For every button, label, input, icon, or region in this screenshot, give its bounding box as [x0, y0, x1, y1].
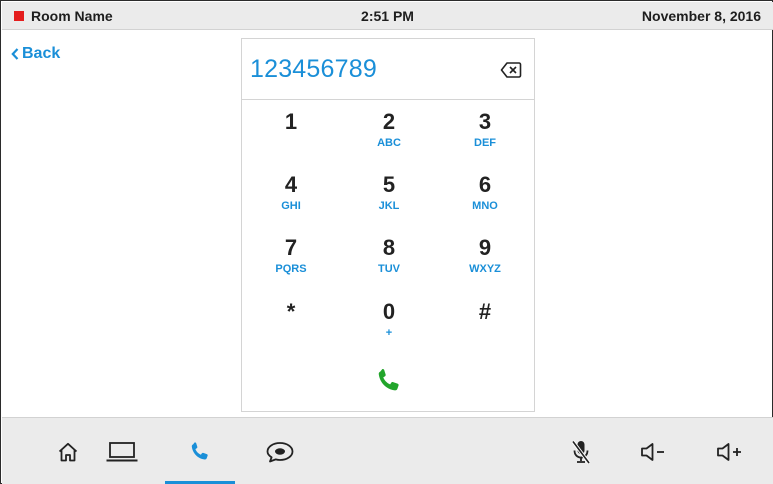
key-6[interactable]: 6 MNO [440, 172, 530, 228]
volume-down-button[interactable] [619, 418, 689, 484]
chevron-left-icon [11, 48, 19, 60]
key-letters: ABC [377, 137, 401, 149]
back-button[interactable]: Back [11, 45, 60, 63]
volume-up-button[interactable] [695, 418, 765, 484]
key-3[interactable]: 3 DEF [440, 109, 530, 165]
nav-chat[interactable] [245, 418, 315, 484]
key-digit: 7 [284, 235, 298, 260]
key-0[interactable]: 0 + [344, 299, 434, 355]
key-digit: 6 [478, 172, 492, 197]
status-bar: Room Name 2:51 PM November 8, 2016 [2, 2, 773, 30]
volume-down-icon [641, 442, 664, 461]
key-letters: PQRS [275, 263, 307, 275]
mic-muted-icon [571, 439, 591, 464]
key-digit: 3 [478, 109, 492, 134]
key-letters: JKL [378, 200, 400, 212]
key-star[interactable]: * [246, 299, 336, 355]
key-1[interactable]: 1 [246, 109, 336, 165]
backspace-icon[interactable] [500, 59, 522, 81]
key-digit: 9 [478, 235, 492, 260]
date: November 8, 2016 [641, 8, 761, 24]
key-letters: DEF [474, 137, 496, 149]
key-digit: * [286, 299, 296, 324]
bottom-navigation [2, 417, 773, 484]
phone-call-icon [378, 368, 399, 391]
key-2[interactable]: 2 ABC [344, 109, 434, 165]
key-digit: 1 [284, 109, 298, 134]
phone-icon [191, 441, 208, 460]
key-5[interactable]: 5 JKL [344, 172, 434, 228]
dial-display: 123456789 [242, 39, 534, 100]
nav-mic-mute[interactable] [546, 418, 616, 484]
key-letters: TUV [378, 263, 400, 275]
nav-phone[interactable] [165, 418, 235, 484]
touch-panel-screen: Room Name 2:51 PM November 8, 2016 Back … [0, 0, 773, 484]
key-hash[interactable]: # [440, 299, 530, 355]
dialed-number: 123456789 [250, 55, 377, 83]
laptop-icon [106, 441, 138, 461]
key-digit: # [478, 299, 492, 324]
key-4[interactable]: 4 GHI [246, 172, 336, 228]
key-letters: MNO [472, 200, 498, 212]
home-icon [58, 442, 78, 461]
key-digit: 8 [382, 235, 396, 260]
nav-presentation[interactable] [87, 418, 157, 484]
chat-bubble-icon [266, 441, 294, 462]
key-letters: WXYZ [469, 263, 501, 275]
call-button[interactable] [374, 366, 404, 396]
key-digit: 2 [382, 109, 396, 134]
back-label: Back [22, 45, 61, 62]
key-letters: GHI [281, 200, 301, 212]
key-8[interactable]: 8 TUV [344, 235, 434, 291]
key-letters: + [385, 327, 393, 339]
volume-up-icon [717, 442, 741, 461]
key-digit: 5 [382, 172, 396, 197]
key-9[interactable]: 9 WXYZ [440, 235, 530, 291]
dial-pad: 123456789 1 2 ABC 3 DEF 4 GHI 5 JKL 6 MN… [241, 38, 535, 412]
key-digit: 4 [284, 172, 298, 197]
key-digit: 0 [382, 299, 396, 324]
key-7[interactable]: 7 PQRS [246, 235, 336, 291]
